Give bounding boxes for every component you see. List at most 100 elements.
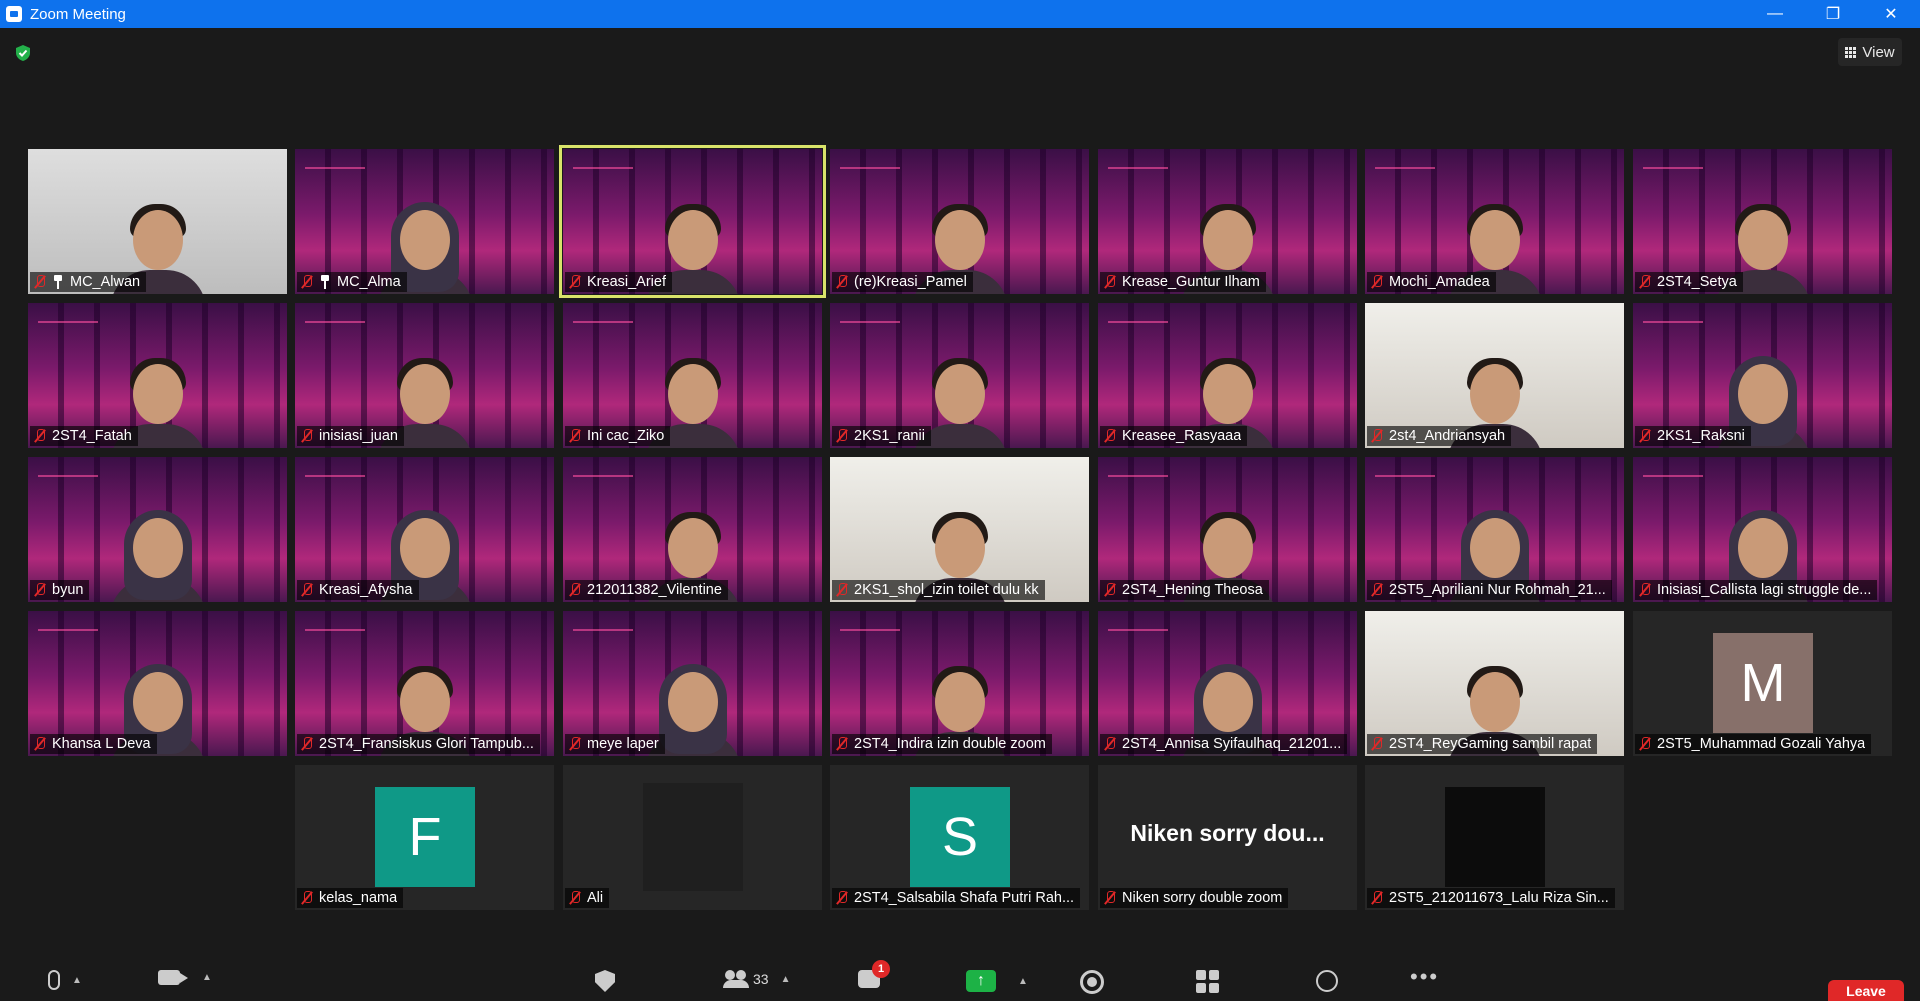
muted-mic-icon xyxy=(1104,737,1116,751)
participant-tile[interactable]: S 2ST4_Salsabila Shafa Putri Rah... xyxy=(830,765,1089,910)
participant-tile[interactable]: Krease_Guntur Ilham xyxy=(1098,149,1357,294)
share-screen-button[interactable]: ↑ ▲ xyxy=(966,970,1028,992)
participant-tile[interactable]: Ali xyxy=(563,765,822,910)
participant-tile[interactable]: 2ST4_Hening Theosa xyxy=(1098,457,1357,602)
participant-name: 2ST4_Salsabila Shafa Putri Rah... xyxy=(854,890,1075,906)
participant-name: kelas_nama xyxy=(319,890,398,906)
participant-name: MC_Alwan xyxy=(70,274,141,290)
participant-tile[interactable]: 2ST4_Fransiskus Glori Tampub... xyxy=(295,611,554,756)
leave-button[interactable]: Leave xyxy=(1828,980,1904,1001)
participant-name-label: 2KS1_Raksni xyxy=(1635,426,1751,446)
muted-mic-icon xyxy=(301,737,313,751)
participant-name: Kreasi_Arief xyxy=(587,274,666,290)
participant-name: 2ST4_Hening Theosa xyxy=(1122,582,1263,598)
participant-tile[interactable]: 2st4_Andriansyah xyxy=(1365,303,1624,448)
participant-name-label: 2ST4_Indira izin double zoom xyxy=(832,734,1052,754)
participant-tile[interactable]: 2KS1_shol_izin toilet dulu kk xyxy=(830,457,1089,602)
participant-tile[interactable]: 2ST4_Indira izin double zoom xyxy=(830,611,1089,756)
participant-name-label: 2ST4_Setya xyxy=(1635,272,1743,292)
security-button[interactable] xyxy=(595,970,615,992)
participant-name: 2ST4_Indira izin double zoom xyxy=(854,736,1046,752)
participant-tile[interactable]: 2ST4_Setya xyxy=(1633,149,1892,294)
chat-button[interactable]: 1 xyxy=(858,960,890,988)
participant-tile[interactable]: (re)Kreasi_Pamel xyxy=(830,149,1089,294)
participant-name-label: 2ST5_212011673_Lalu Riza Sin... xyxy=(1367,888,1615,908)
participant-tile[interactable]: 2KS1_ranii xyxy=(830,303,1089,448)
participant-tile[interactable]: Kreasee_Rasyaaa xyxy=(1098,303,1357,448)
participant-name-label: Niken sorry double zoom xyxy=(1100,888,1289,908)
participant-tile[interactable]: Niken sorry dou... Niken sorry double zoo… xyxy=(1098,765,1357,910)
muted-mic-icon xyxy=(1371,583,1383,597)
participant-name-label: Ini cac_Ziko xyxy=(565,426,671,446)
participant-tile[interactable]: 2ST4_ReyGaming sambil rapat xyxy=(1365,611,1624,756)
participant-tile[interactable]: MC_Alwan xyxy=(28,149,287,294)
participants-button[interactable]: 33 ▲ xyxy=(723,970,790,988)
microphone-icon xyxy=(48,970,60,990)
participant-tile[interactable]: 2ST5_212011673_Lalu Riza Sin... xyxy=(1365,765,1624,910)
participant-name-label: Ali xyxy=(565,888,610,908)
muted-mic-icon xyxy=(1104,429,1116,443)
reaction-smiley-icon xyxy=(1316,970,1338,992)
gallery-view: MC_Alwan MC_Alma Kreasi_Arief (re)Kreasi_Pa… xyxy=(0,0,1920,1001)
muted-mic-icon xyxy=(836,429,848,443)
record-button[interactable] xyxy=(1080,970,1104,994)
participant-tile[interactable]: inisiasi_juan xyxy=(295,303,554,448)
participant-tile[interactable]: M 2ST5_Muhammad Gozali Yahya xyxy=(1633,611,1892,756)
participant-tile[interactable]: 2ST4_Annisa Syifaulhaq_21201... xyxy=(1098,611,1357,756)
more-button[interactable]: ••• xyxy=(1410,964,1439,990)
more-dots-icon: ••• xyxy=(1410,964,1440,989)
record-icon xyxy=(1080,970,1104,994)
participants-count: 33 xyxy=(753,971,769,987)
participant-name-label: Kreasee_Rasyaaa xyxy=(1100,426,1248,446)
participant-tile[interactable]: Inisiasi_Callista lagi struggle de... xyxy=(1633,457,1892,602)
participant-name: 2ST4_Fatah xyxy=(52,428,132,444)
participant-tile[interactable]: MC_Alma xyxy=(295,149,554,294)
participant-tile[interactable]: Ini cac_Ziko xyxy=(563,303,822,448)
video-button[interactable]: ▲ xyxy=(158,970,212,985)
participant-name: Kreasee_Rasyaaa xyxy=(1122,428,1242,444)
muted-mic-icon xyxy=(836,583,848,597)
participant-tile[interactable]: 2ST5_Apriliani Nur Rohmah_21... xyxy=(1365,457,1624,602)
participant-tile[interactable]: Fkelas_nama xyxy=(295,765,554,910)
audio-options-caret[interactable]: ▲ xyxy=(72,975,82,986)
participant-tile[interactable]: 2ST4_Fatah xyxy=(28,303,287,448)
muted-mic-icon xyxy=(569,583,581,597)
participants-options-caret[interactable]: ▲ xyxy=(781,974,791,985)
muted-mic-icon xyxy=(569,429,581,443)
participant-tile[interactable]: 2KS1_Raksni xyxy=(1633,303,1892,448)
participant-name-label: 2ST4_Annisa Syifaulhaq_21201... xyxy=(1100,734,1348,754)
participant-name-label: 2ST4_Salsabila Shafa Putri Rah... xyxy=(832,888,1081,908)
participant-tile[interactable]: 212011382_Vilentine xyxy=(563,457,822,602)
pin-icon xyxy=(52,275,64,289)
video-options-caret[interactable]: ▲ xyxy=(202,972,212,983)
participant-name-label: 2ST4_Fatah xyxy=(30,426,138,446)
reactions-button[interactable] xyxy=(1316,970,1338,992)
participant-tile[interactable]: Kreasi_Arief xyxy=(559,145,826,298)
muted-mic-icon xyxy=(1639,275,1651,289)
participant-name: 2KS1_Raksni xyxy=(1657,428,1745,444)
participant-name: Inisiasi_Callista lagi struggle de... xyxy=(1657,582,1872,598)
camera-icon xyxy=(158,970,188,985)
muted-mic-icon xyxy=(569,275,581,289)
participant-name: 2ST4_Annisa Syifaulhaq_21201... xyxy=(1122,736,1342,752)
mute-button[interactable]: ▲ xyxy=(48,970,82,990)
camera-off-box xyxy=(1445,787,1545,887)
participant-name: Niken sorry double zoom xyxy=(1122,890,1283,906)
apps-button[interactable] xyxy=(1196,970,1219,993)
participant-tile[interactable]: Mochi_Amadea xyxy=(1365,149,1624,294)
participant-name: 2KS1_shol_izin toilet dulu kk xyxy=(854,582,1039,598)
pin-icon xyxy=(319,275,331,289)
participant-name-label: 2ST5_Apriliani Nur Rohmah_21... xyxy=(1367,580,1612,600)
participant-name: 2ST4_ReyGaming sambil rapat xyxy=(1389,736,1592,752)
participant-tile[interactable]: meye laper xyxy=(563,611,822,756)
muted-mic-icon xyxy=(1639,429,1651,443)
participant-name-display: Niken sorry dou... xyxy=(1130,820,1325,846)
participant-tile[interactable]: byun xyxy=(28,457,287,602)
participant-tile[interactable]: Khansa L Deva xyxy=(28,611,287,756)
participant-name-label: Mochi_Amadea xyxy=(1367,272,1496,292)
muted-mic-icon xyxy=(1639,737,1651,751)
participant-tile[interactable]: Kreasi_Afysha xyxy=(295,457,554,602)
muted-mic-icon xyxy=(1371,737,1383,751)
participant-name: Kreasi_Afysha xyxy=(319,582,413,598)
share-options-caret[interactable]: ▲ xyxy=(1018,976,1028,987)
